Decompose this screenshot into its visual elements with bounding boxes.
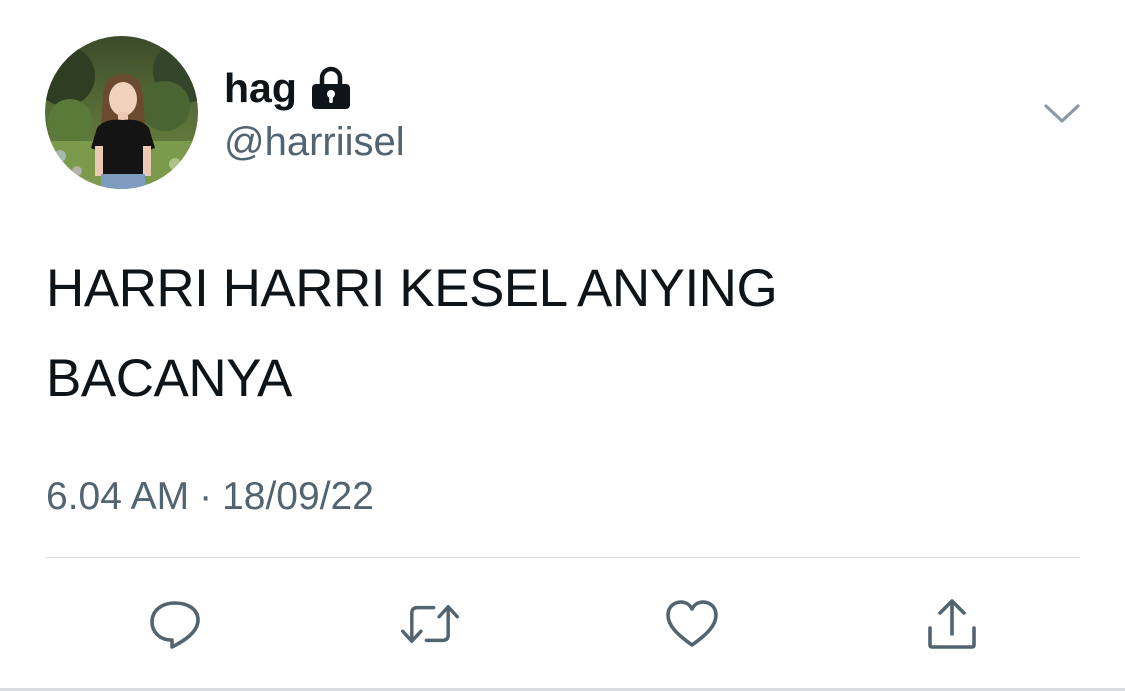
tweet-time: 6.04 AM: [46, 475, 190, 518]
share-icon: [928, 599, 976, 649]
retweet-icon: [401, 605, 459, 643]
tweet-text: HARRI HARRI KESEL ANYING BACANYA: [46, 259, 778, 408]
action-bar: [0, 594, 1125, 654]
user-handle[interactable]: @harriisel: [224, 118, 405, 166]
retweet-button[interactable]: [400, 594, 460, 654]
avatar-photo: [45, 36, 198, 189]
tweet-timestamp[interactable]: 6.04 AM · 18/09/22: [46, 472, 374, 522]
reply-icon: [150, 601, 200, 649]
meta-separator: ·: [199, 475, 213, 518]
chevron-down-icon[interactable]: [1042, 96, 1082, 130]
reply-button[interactable]: [145, 594, 205, 654]
tweet-date: 18/09/22: [222, 475, 374, 518]
share-button[interactable]: [922, 594, 982, 654]
lock-icon: [310, 66, 352, 110]
name-row: hag: [224, 62, 352, 114]
avatar[interactable]: [45, 36, 198, 189]
divider: [46, 557, 1080, 558]
like-button[interactable]: [662, 594, 722, 654]
display-name[interactable]: hag: [224, 62, 297, 114]
heart-icon: [666, 600, 718, 647]
tweet-card: hag @harriisel HARRI HARRI KESEL ANYING …: [0, 0, 1125, 691]
